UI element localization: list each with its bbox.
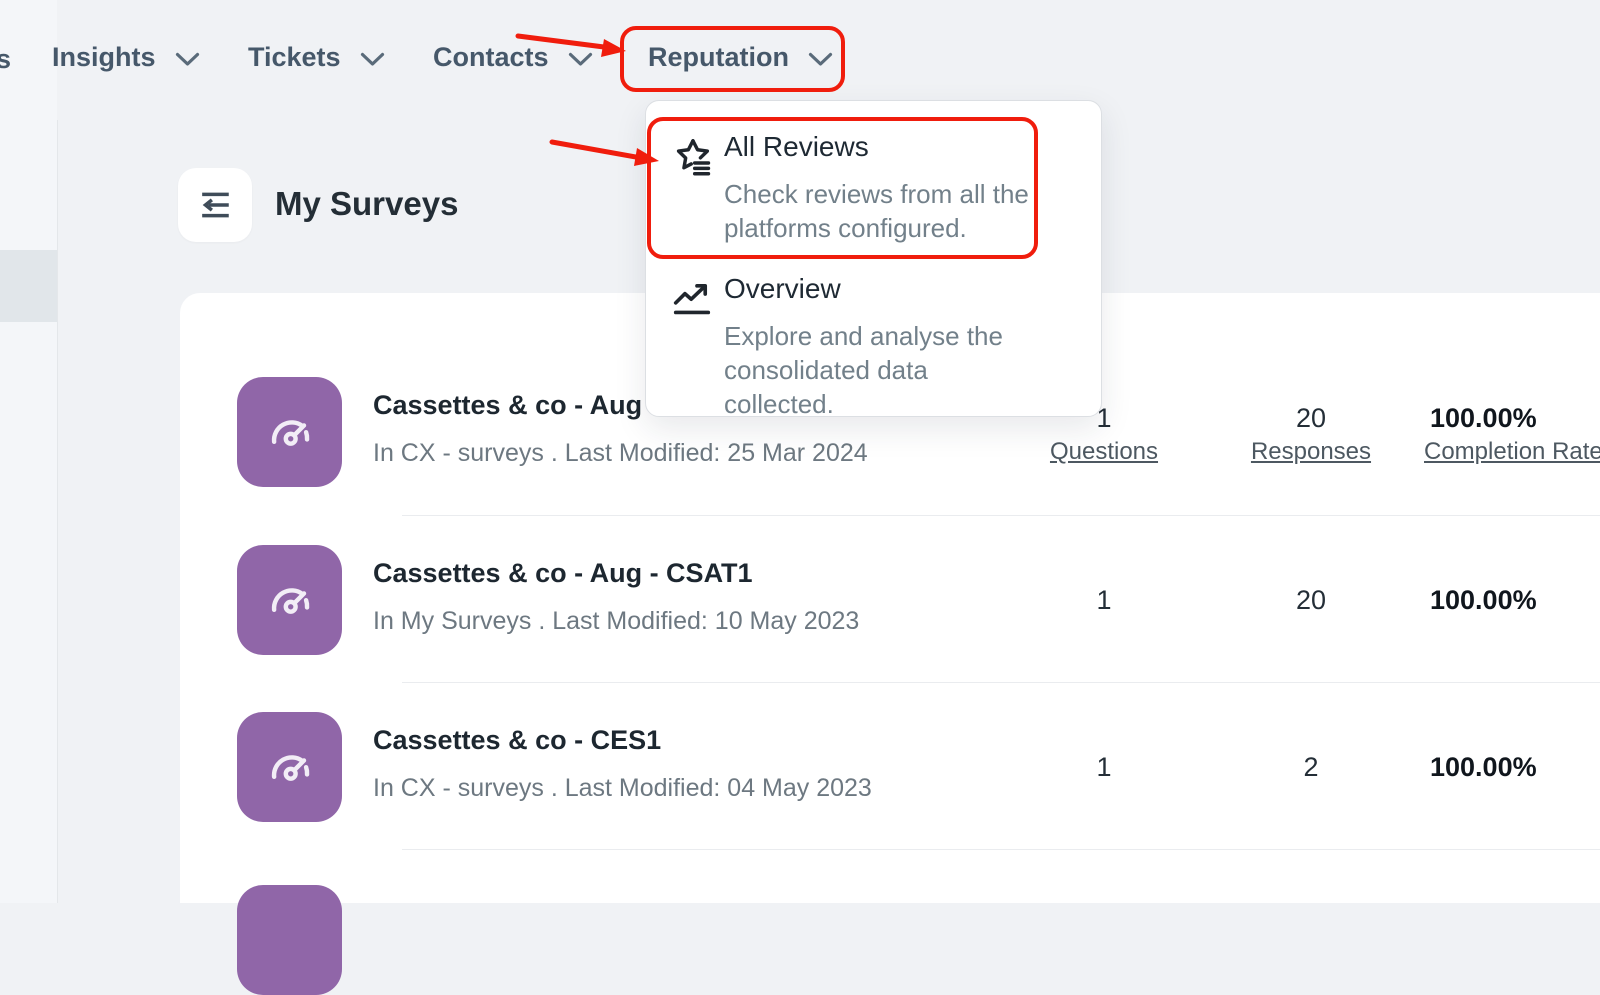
survey-title[interactable]: Cassettes & co - CES1 [373,725,661,756]
survey-title[interactable]: Cassettes & co - Aug - CSAT1 [373,558,753,589]
survey-meta: In My Surveys . Last Modified: 10 May 20… [373,607,859,636]
chevron-down-icon [808,52,833,67]
nav-item-label: Insights [52,42,156,73]
sidebar-selected-item[interactable] [0,250,57,322]
chevron-down-icon [360,52,385,67]
nav-item-label: Tickets [248,42,341,73]
questions-count: 1 [1044,585,1164,616]
survey-row[interactable]: Cassettes & co - Aug - CSAT1 In My Surve… [180,545,1600,655]
nav-item-label: Reputation [648,42,789,73]
star-reviews-icon [669,135,715,181]
nav-item-reputation[interactable]: Reputation [648,42,833,73]
row-divider [402,849,1600,850]
nav-item-contacts[interactable]: Contacts [433,42,593,73]
completion-rate: 100.00% [1430,752,1537,783]
menu-item-description: Check reviews from all the platforms con… [724,177,1029,245]
collapse-sidebar-button[interactable] [178,168,252,242]
chevron-down-icon [175,52,200,67]
survey-row[interactable]: Cassettes & co - CES1 In CX - surveys . … [180,712,1600,822]
reputation-dropdown-menu: All Reviews Check reviews from all the p… [645,100,1102,417]
menu-item-description: Explore and analyse the consolidated dat… [724,319,1029,421]
survey-gauge-icon [237,885,342,995]
survey-gauge-icon [237,377,342,487]
row-divider [402,682,1600,683]
sidebar-strip [0,0,57,903]
responses-count: 20 [1251,585,1371,616]
survey-row-partial[interactable] [180,885,1600,995]
menu-item-title: Overview [724,273,841,305]
responses-count: 20 [1251,403,1371,434]
survey-gauge-icon [237,712,342,822]
survey-gauge-icon [237,545,342,655]
annotation-arrow-all-reviews [552,142,659,166]
responses-count: 2 [1251,752,1371,783]
menu-item-title: All Reviews [724,131,869,163]
nav-item-tickets[interactable]: Tickets [248,42,385,73]
nav-item-cutoff[interactable]: s [0,44,11,75]
questions-count: 1 [1044,752,1164,783]
questions-label[interactable]: Questions [1024,438,1184,466]
collapse-list-icon [193,183,237,227]
survey-meta: In CX - surveys . Last Modified: 04 May … [373,774,872,803]
page-title: My Surveys [275,185,458,223]
nav-item-insights[interactable]: Insights [52,42,200,73]
survey-title[interactable]: Cassettes & co - Aug - [373,390,659,421]
chevron-down-icon [568,52,593,67]
completion-rate: 100.00% [1430,403,1537,434]
survey-meta: In CX - surveys . Last Modified: 25 Mar … [373,439,868,468]
row-divider [402,515,1600,516]
sidebar-divider [57,120,58,903]
nav-item-label: Contacts [433,42,549,73]
responses-label[interactable]: Responses [1231,438,1391,466]
completion-rate: 100.00% [1430,585,1537,616]
completion-label[interactable]: Completion Rate [1424,438,1600,466]
trend-up-icon [669,277,715,323]
